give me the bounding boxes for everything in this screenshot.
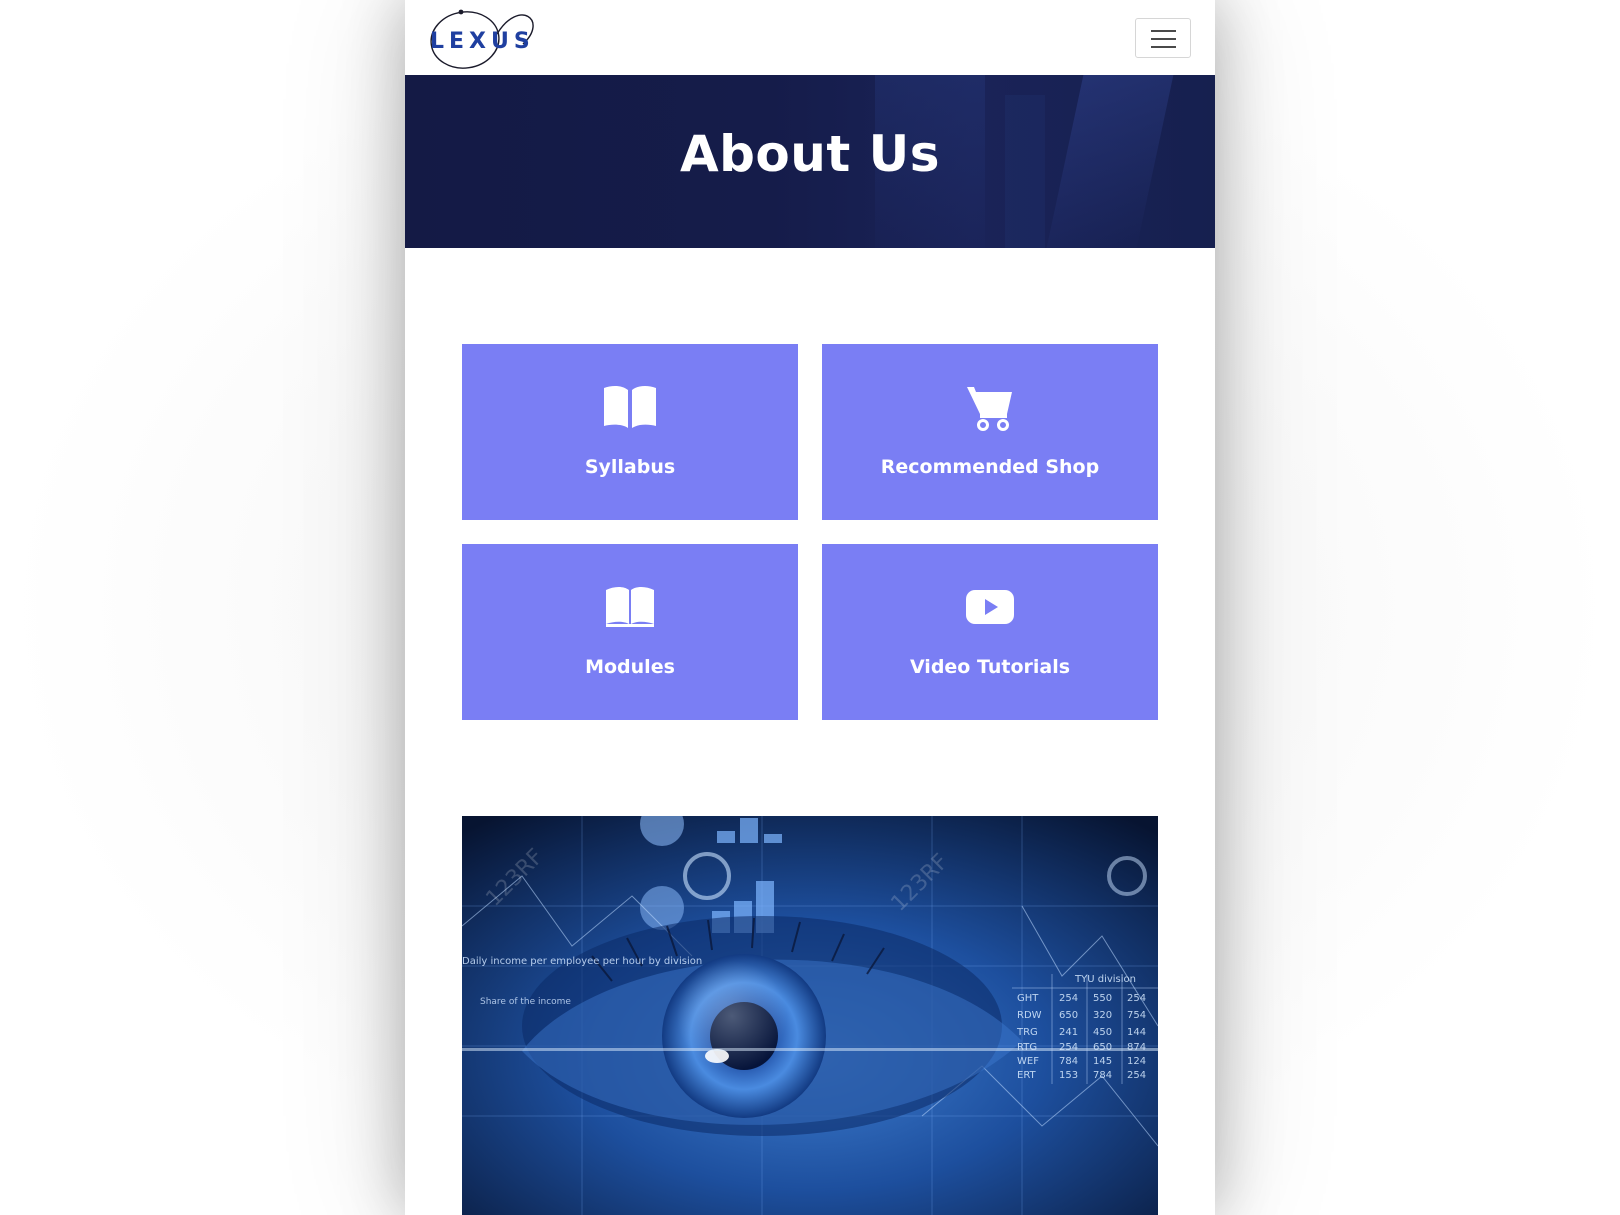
table-header: TYU division [1074, 974, 1136, 985]
table-cell: 153 [1059, 1070, 1078, 1081]
table-cell: RTG [1017, 1042, 1037, 1053]
digital-eye-image: Daily income per employee per hour by di… [462, 816, 1158, 1215]
table-cell: 650 [1059, 1010, 1078, 1021]
brand-logo[interactable]: LEXUS [427, 4, 542, 70]
table-cell: 124 [1127, 1056, 1146, 1067]
table-cell: 254 [1059, 1042, 1078, 1053]
hamburger-icon-bar [1151, 46, 1176, 48]
table-cell: 145 [1093, 1056, 1112, 1067]
table-cell: 784 [1059, 1056, 1078, 1067]
open-book-icon [462, 384, 798, 430]
table-cell: 784 [1093, 1070, 1112, 1081]
tile-label: Video Tutorials [909, 656, 1071, 678]
table-cell: 254 [1127, 993, 1146, 1004]
table-cell: 754 [1127, 1010, 1146, 1021]
tile-syllabus[interactable]: Syllabus [462, 344, 798, 520]
table-cell: 320 [1093, 1010, 1112, 1021]
tile-recommended-shop[interactable]: Recommended Shop [822, 344, 1158, 520]
table-cell: ERT [1017, 1070, 1037, 1081]
table-cell: GHT [1017, 993, 1039, 1004]
table-cell: 254 [1059, 993, 1078, 1004]
tile-modules[interactable]: Modules [462, 544, 798, 720]
table-cell: 874 [1127, 1042, 1146, 1053]
hamburger-icon-bar [1151, 38, 1176, 40]
table-cell: TRG [1016, 1027, 1038, 1038]
image-caption: Share of the income [480, 997, 571, 1007]
table-cell: 241 [1059, 1027, 1078, 1038]
tile-label: Recommended Shop [880, 456, 1100, 478]
tile-label: Modules [585, 656, 675, 678]
hamburger-icon [1151, 30, 1176, 32]
table-cell: 650 [1093, 1042, 1112, 1053]
shopping-cart-icon [822, 384, 1158, 432]
table-cell: WEF [1017, 1056, 1039, 1067]
tile-label: Syllabus [584, 456, 676, 478]
table-cell: RDW [1017, 1010, 1042, 1021]
image-caption: Daily income per employee per hour by di… [462, 956, 702, 967]
page-title: About Us [679, 125, 941, 183]
table-cell: 550 [1093, 993, 1112, 1004]
book-icon [462, 584, 798, 628]
table-cell: 450 [1093, 1027, 1112, 1038]
mobile-viewport: LEXUS About Us Syllabus Recommended Shop… [405, 0, 1215, 1215]
hero-banner: About Us [405, 75, 1215, 248]
tile-video-tutorials[interactable]: Video Tutorials [822, 544, 1158, 720]
table-cell: 144 [1127, 1027, 1146, 1038]
youtube-play-icon [822, 584, 1158, 628]
logo-text: LEXUS [430, 29, 535, 54]
navbar: LEXUS [405, 0, 1215, 75]
nav-toggle-button[interactable] [1135, 18, 1191, 58]
table-cell: 254 [1127, 1070, 1146, 1081]
